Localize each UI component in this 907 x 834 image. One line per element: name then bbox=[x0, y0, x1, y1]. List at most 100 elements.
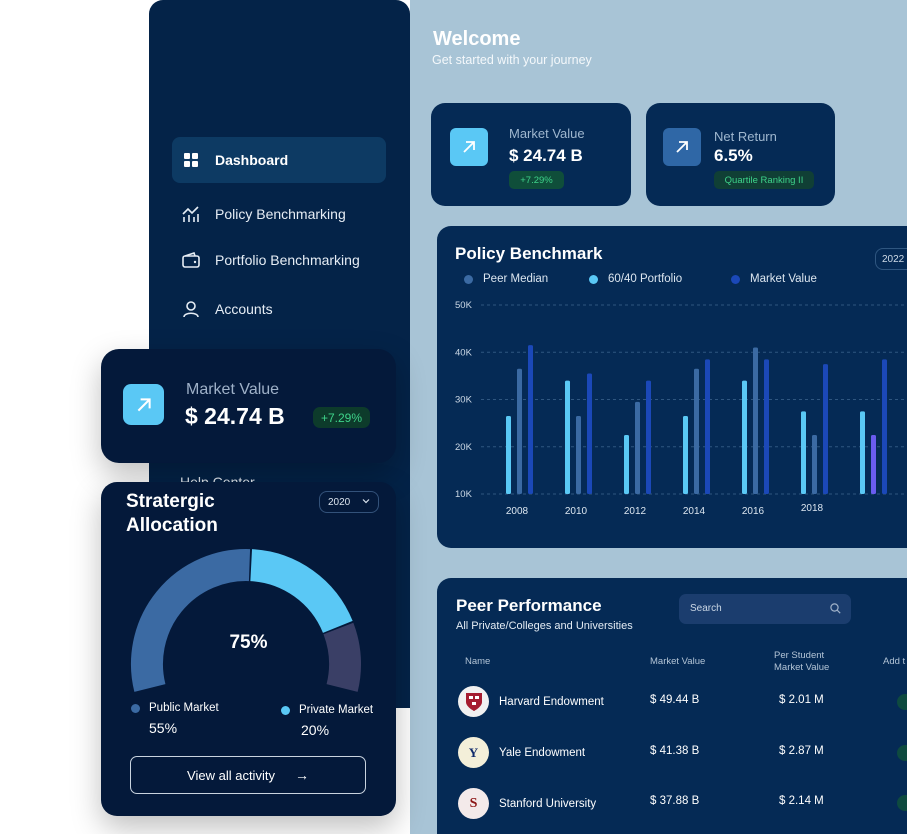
row-per-student: $ 2.01 M bbox=[779, 694, 824, 706]
add-toggle[interactable] bbox=[897, 795, 907, 811]
arrow-up-right-icon bbox=[663, 128, 701, 166]
wallet-icon bbox=[181, 250, 201, 270]
arrow-up-right-icon bbox=[123, 384, 164, 425]
page-title: Welcome bbox=[433, 28, 521, 50]
legend-item-peer-median: Peer Median bbox=[464, 273, 548, 285]
year-select[interactable]: 2022 bbox=[875, 248, 907, 270]
market-value-card[interactable]: Market Value $ 24.74 B +7.29% bbox=[431, 103, 631, 206]
bar-2008-peer-median[interactable] bbox=[517, 368, 522, 494]
bar-2009-peer-median[interactable] bbox=[576, 416, 581, 494]
table-row[interactable]: S Stanford University bbox=[458, 788, 596, 819]
gauge-percent: 75% bbox=[229, 632, 268, 653]
y-tick-label: 40K bbox=[455, 347, 473, 358]
arrow-up-right-icon bbox=[450, 128, 488, 166]
legend-dot bbox=[731, 274, 740, 284]
bar-2008-60-40-portfolio[interactable] bbox=[506, 416, 511, 494]
bar-2012-60-40-portfolio[interactable] bbox=[742, 380, 747, 494]
row-market-value: $ 49.44 B bbox=[650, 694, 700, 706]
bar-2013-60-40-portfolio[interactable] bbox=[801, 411, 806, 494]
y-tick-label: 30K bbox=[455, 395, 473, 406]
sidebar-item-label: Dashboard bbox=[215, 152, 289, 168]
legend-dot bbox=[464, 274, 473, 284]
gauge-private-segment bbox=[249, 549, 353, 634]
search-icon bbox=[830, 603, 841, 617]
bar-2011-60-40-portfolio[interactable] bbox=[683, 416, 688, 494]
yale-logo-icon: Y bbox=[458, 737, 489, 768]
bar-2010-market-value[interactable] bbox=[646, 380, 651, 494]
legend-dot bbox=[131, 703, 140, 713]
market-value-floating-card[interactable]: Market Value $ 24.74 B +7.29% bbox=[101, 349, 396, 463]
net-return-card[interactable]: Net Return 6.5% Quartile Ranking II bbox=[646, 103, 835, 206]
peer-performance-panel: Peer Performance All Private/Colleges an… bbox=[437, 578, 907, 834]
legend-item-market-value: Market Value bbox=[731, 273, 817, 285]
x-tick-label: 2016 bbox=[742, 506, 765, 517]
add-toggle[interactable] bbox=[897, 745, 907, 761]
stat-label: Net Return bbox=[714, 129, 777, 144]
bar-2014-60-40-portfolio[interactable] bbox=[860, 411, 865, 494]
row-per-student: $ 2.87 M bbox=[779, 745, 824, 757]
column-header-per-student[interactable]: Per Student Market Value bbox=[774, 650, 846, 674]
private-market-value: 20% bbox=[301, 722, 330, 738]
bar-2010-peer-median[interactable] bbox=[635, 401, 640, 494]
column-header-market-value[interactable]: Market Value bbox=[650, 656, 705, 668]
view-all-activity-button[interactable]: View all activity → bbox=[130, 756, 366, 794]
gauge-public-segment bbox=[130, 549, 251, 692]
sidebar-item-label: Accounts bbox=[215, 301, 273, 317]
column-header-name[interactable]: Name bbox=[465, 656, 490, 668]
grid-icon bbox=[181, 150, 201, 170]
x-tick-label: 2012 bbox=[624, 506, 647, 517]
public-market-value: 55% bbox=[149, 720, 178, 736]
bar-2012-market-value[interactable] bbox=[764, 359, 769, 494]
bar-2011-market-value[interactable] bbox=[705, 359, 710, 494]
stat-label: Market Value bbox=[186, 381, 280, 398]
chart-arrow-icon bbox=[181, 204, 201, 224]
x-tick-label: 2010 bbox=[565, 506, 588, 517]
row-market-value: $ 37.88 B bbox=[650, 795, 700, 807]
bar-2013-market-value[interactable] bbox=[823, 364, 828, 494]
ranking-badge: Quartile Ranking II bbox=[714, 171, 814, 189]
bar-2014-market-value[interactable] bbox=[882, 359, 887, 494]
y-tick-label: 10K bbox=[455, 489, 473, 500]
stat-value: $ 24.74 B bbox=[185, 403, 285, 429]
row-per-student: $ 2.14 M bbox=[779, 795, 824, 807]
sidebar-item-portfolio-benchmarking[interactable]: Portfolio Benchmarking bbox=[172, 237, 386, 283]
bar-2008-market-value[interactable] bbox=[528, 345, 533, 494]
change-badge: +7.29% bbox=[313, 407, 370, 428]
bar-2012-peer-median[interactable] bbox=[753, 347, 758, 494]
stat-label: Market Value bbox=[509, 126, 585, 141]
sidebar-item-label: Policy Benchmarking bbox=[215, 206, 346, 222]
column-header-add[interactable]: Add t bbox=[883, 656, 907, 668]
search-input[interactable]: Search bbox=[679, 594, 851, 624]
bar-2013-peer-median[interactable] bbox=[812, 434, 817, 494]
row-name: Stanford University bbox=[499, 797, 597, 810]
bar-2014-peer-median[interactable] bbox=[871, 434, 876, 494]
row-name: Yale Endowment bbox=[499, 746, 586, 759]
table-row[interactable]: Y Yale Endowment bbox=[458, 737, 585, 768]
y-tick-label: 20K bbox=[455, 442, 473, 453]
sidebar-item-policy-benchmarking[interactable]: Policy Benchmarking bbox=[172, 191, 386, 237]
bar-2009-market-value[interactable] bbox=[587, 373, 592, 494]
add-toggle[interactable] bbox=[897, 694, 907, 710]
user-icon bbox=[181, 299, 201, 319]
strategic-allocation-card: Stratergic Allocation 2020 75% Public Ma… bbox=[101, 482, 396, 816]
row-name: Harvard Endowment bbox=[499, 695, 604, 708]
legend-dot bbox=[589, 274, 598, 284]
sidebar-item-label: Portfolio Benchmarking bbox=[215, 252, 360, 268]
row-market-value: $ 41.38 B bbox=[650, 745, 700, 757]
x-tick-label: 2014 bbox=[683, 506, 706, 517]
bar-2010-60-40-portfolio[interactable] bbox=[624, 434, 629, 494]
panel-title: Policy Benchmark bbox=[455, 244, 603, 263]
sidebar-item-accounts[interactable]: Accounts bbox=[172, 286, 386, 332]
bar-2011-peer-median[interactable] bbox=[694, 368, 699, 494]
sidebar-item-dashboard[interactable]: Dashboard bbox=[172, 137, 386, 183]
panel-title: Peer Performance bbox=[456, 596, 602, 615]
y-tick-label: 50K bbox=[455, 300, 473, 311]
policy-benchmark-panel: 50K 40K 30K 20K 10K 2008 2010 2012 2014 2016 2018 … bbox=[437, 226, 907, 548]
legend-item-private-market: Private Market bbox=[281, 704, 373, 716]
harvard-shield-icon bbox=[458, 686, 489, 717]
table-row[interactable]: Harvard Endowment bbox=[458, 686, 604, 717]
stat-value: $ 24.74 B bbox=[509, 146, 583, 165]
bar-2009-60-40-portfolio[interactable] bbox=[565, 380, 570, 494]
legend-item-public-market: Public Market bbox=[131, 702, 219, 714]
arrow-right-icon: → bbox=[294, 767, 309, 783]
